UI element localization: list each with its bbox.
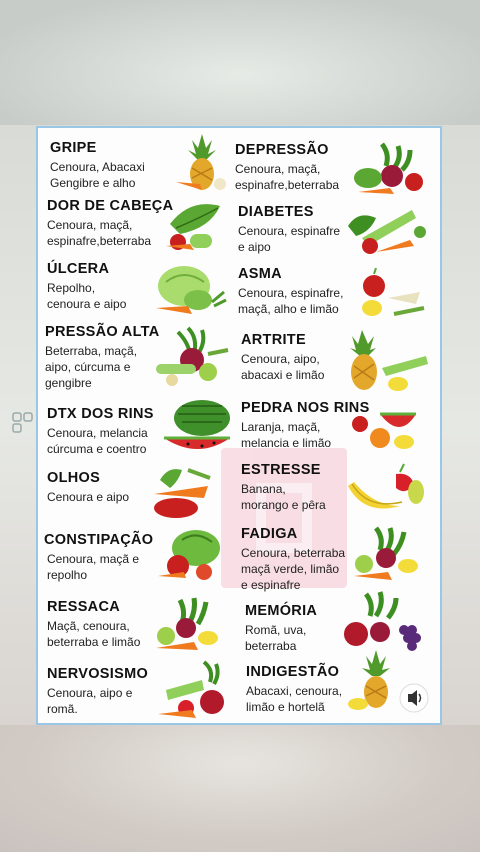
item-title: ESTRESSE [241, 462, 321, 478]
item-desc: Cenoura, maçã e repolho [47, 552, 140, 582]
item-title: ARTRITE [241, 332, 306, 348]
cabbage-apple-illustration [158, 530, 220, 580]
pomegranate-grape-right-illustration [344, 591, 421, 651]
blurred-background-top [0, 0, 480, 125]
item-pressao-alta: PRESSÃO ALTA Beterraba, maçã, aipo, cúrcu… [45, 324, 160, 391]
banana-strawberry-right-illustration [348, 463, 424, 509]
item-desc: Banana, morango e pêra [241, 482, 326, 512]
item-title: ÚLCERA [47, 261, 110, 277]
item-fadiga: FADIGA Cenoura, beterraba maçã verde, lim… [241, 526, 345, 593]
beet-apple-right-illustration [354, 526, 418, 580]
apple-garlic-right-illustration [362, 268, 425, 316]
watermelon-orange-right-illustration [352, 412, 416, 449]
cabbage-carrot-illustration [156, 266, 227, 314]
spinach-beet-right-illustration [354, 142, 423, 194]
item-olhos: OLHOS Cenoura e aipo [47, 470, 129, 505]
spinach-beet-illustration [166, 204, 220, 250]
beet-celery-illustration [156, 326, 229, 386]
item-dtx-dos-rins: DTX DOS RINS Cenoura, melancia cúrcuma e … [47, 406, 154, 457]
item-title: FADIGA [241, 526, 298, 542]
item-title: DEPRESSÃO [235, 142, 329, 158]
item-constipacao: CONSTIPAÇÃO Cenoura, maçã e repolho [44, 532, 153, 583]
speaker-icon[interactable] [399, 683, 429, 713]
item-desc: Cenoura, maçã, espinafre,beterraba [235, 162, 340, 192]
beet-carrot-lemon-illustration [156, 597, 218, 650]
item-desc: Maçã, cenoura, beterraba e limão [47, 619, 141, 649]
item-artrite: ARTRITE Cenoura, aipo, abacaxi e limão [241, 332, 324, 383]
item-title: GRIPE [50, 140, 97, 156]
item-title: INDIGESTÃO [246, 664, 340, 680]
item-desc: Cenoura, maçã, espinafre,beterraba [47, 218, 152, 248]
item-title: CONSTIPAÇÃO [44, 532, 154, 548]
blurred-background-bottom [0, 725, 480, 852]
item-desc: Repolho, cenoura e aipo [47, 281, 127, 311]
item-asma: ASMA Cenoura, espinafre, maçã, alho e lim… [238, 266, 343, 317]
item-gripe: GRIPE Cenoura, Abacaxi Gengibre e alho [50, 140, 145, 191]
item-title: RESSACA [47, 599, 120, 615]
item-desc: Cenoura, beterraba maçã verde, limão e esp… [241, 546, 346, 592]
item-title: DIABETES [238, 204, 314, 220]
pineapple-mint-right-illustration [348, 650, 390, 710]
pineapple-carrot-illustration [176, 134, 226, 190]
item-depressao: DEPRESSÃO Cenoura, maçã, espinafre,beterr… [235, 142, 339, 193]
item-indigestao: INDIGESTÃO Abacaxi, cenoura, limão e hort… [246, 664, 342, 715]
item-title: OLHOS [47, 470, 101, 486]
item-desc: Beterraba, maçã, aipo, cúrcuma e gengibre [45, 344, 138, 390]
celery-pomegranate-illustration [158, 660, 224, 718]
item-memoria: MEMÓRIA Romã, uva, beterraba [245, 603, 317, 654]
item-diabetes: DIABETES Cenoura, espinafre e aipo [238, 204, 340, 255]
item-desc: Cenoura, espinafre e aipo [238, 224, 341, 254]
item-desc: Romã, uva, beterraba [245, 623, 307, 653]
infographic-card: GRIPE Cenoura, Abacaxi Gengibre e alho DO… [36, 126, 442, 725]
item-dor-de-cabeca: DOR DE CABEÇA Cenoura, maçã, espinafre,be… [47, 198, 173, 249]
item-desc: Cenoura, aipo e romã. [47, 686, 133, 716]
item-desc: Cenoura, melancia cúrcuma e coentro [47, 426, 148, 456]
item-title: DTX DOS RINS [47, 406, 154, 422]
app-watermark [12, 412, 38, 452]
watermark-logo-icon [12, 412, 33, 433]
item-title: ASMA [238, 266, 282, 282]
item-desc: Cenoura, espinafre, maçã, alho e limão [238, 286, 344, 316]
watermelon-illustration [164, 400, 230, 449]
celery-spinach-right-illustration [348, 210, 426, 254]
item-desc: Abacaxi, cenoura, limão e hortelã [246, 684, 343, 714]
carrot-celery-illustration [154, 468, 211, 518]
item-ulcera: ÚLCERA Repolho, cenoura e aipo [47, 261, 126, 312]
item-desc: Cenoura, aipo, abacaxi e limão [241, 352, 325, 382]
pineapple-celery-right-illustration [350, 330, 428, 391]
item-title: MEMÓRIA [245, 603, 318, 619]
item-desc: Cenoura e aipo [47, 490, 130, 504]
item-estresse: ESTRESSE Banana, morango e pêra [241, 462, 326, 513]
item-title: PRESSÃO ALTA [45, 324, 160, 340]
item-title: DOR DE CABEÇA [47, 198, 174, 214]
item-ressaca: RESSACA Maçã, cenoura, beterraba e limão [47, 599, 140, 650]
item-title: NERVOSISMO [47, 666, 149, 682]
item-desc: Cenoura, Abacaxi Gengibre e alho [50, 160, 145, 190]
item-nervosismo: NERVOSISMO Cenoura, aipo e romã. [47, 666, 148, 717]
